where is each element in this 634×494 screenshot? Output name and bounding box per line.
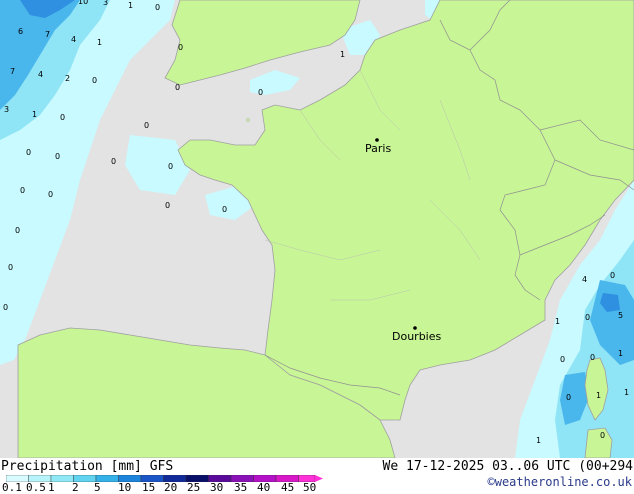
- city-label-paris: Paris: [365, 142, 391, 155]
- color-scale-tick-label: 10: [118, 481, 132, 494]
- grid-value-label: 0: [48, 190, 53, 199]
- city-label-dourbies: Dourbies: [392, 330, 442, 343]
- color-scale-tick-label: 0.5: [26, 481, 46, 494]
- grid-value-label: 0: [590, 353, 595, 362]
- grid-value-label: 0: [155, 3, 160, 12]
- color-scale-tick-label: 2: [72, 481, 79, 494]
- grid-value-label: 0: [168, 162, 173, 171]
- color-scale-tick-label: 20: [164, 481, 178, 494]
- grid-value-label: 7: [10, 67, 15, 76]
- grid-value-label: 0: [3, 303, 8, 312]
- grid-value-label: 0: [175, 83, 180, 92]
- color-scale-tick-label: 1: [48, 481, 55, 494]
- grid-value-label: 0: [15, 226, 20, 235]
- grid-value-label: 0: [26, 148, 31, 157]
- grid-value-label: 0: [55, 152, 60, 161]
- color-scale-tick-label: 0.1: [2, 481, 22, 494]
- grid-value-label: 4: [582, 275, 587, 284]
- color-scale-tick-label: 35: [234, 481, 248, 494]
- grid-value-label: 0: [92, 76, 97, 85]
- grid-value-label: 1: [555, 317, 560, 326]
- precipitation-map: Paris Dourbies 10 3 1 06 74 17 4 2 031 000 0000 00 0…: [0, 0, 634, 458]
- grid-value-label: 1: [128, 1, 133, 10]
- land-channel-island: [246, 118, 250, 122]
- color-scale-tick-label: 25: [187, 481, 201, 494]
- grid-value-label: 3: [103, 0, 108, 7]
- grid-value-label: 7: [45, 30, 50, 39]
- grid-value-label: 0: [560, 355, 565, 364]
- grid-value-label: 0: [8, 263, 13, 272]
- grid-value-label: 1: [97, 38, 102, 47]
- grid-value-label: 4: [38, 70, 43, 79]
- grid-value-label: 0: [610, 271, 615, 280]
- grid-value-label: 0: [258, 88, 263, 97]
- grid-value-label: 0: [222, 205, 227, 214]
- weather-map-view: Paris Dourbies 10 3 1 0 6 7 4 1 7 4 2 0 3 1 0 0 0 0 0 0 0 0 0 0…: [0, 0, 634, 494]
- map-footer: Precipitation [mm] GFS We 17-12-2025 03.…: [0, 458, 634, 494]
- run-info: We 17-12-2025 03..06 UTC (00+294: [382, 459, 633, 474]
- grid-value-label: 0: [165, 201, 170, 210]
- grid-value-label: 0: [20, 186, 25, 195]
- grid-value-label: 6: [18, 27, 23, 36]
- credit-link[interactable]: ©weatheronline.co.uk: [488, 475, 633, 489]
- grid-value-label: 1: [32, 110, 37, 119]
- grid-value-label: 10: [78, 0, 88, 6]
- grid-value-label: 0: [60, 113, 65, 122]
- grid-value-label: 4: [71, 35, 76, 44]
- grid-value-label: 3: [4, 105, 9, 114]
- grid-value-label: 5: [618, 311, 623, 320]
- color-scale-tick-label: 40: [257, 481, 271, 494]
- grid-value-label: 1: [536, 436, 541, 445]
- grid-value-label: 0: [600, 431, 605, 440]
- grid-value-label: 1: [618, 349, 623, 358]
- grid-value-label: 0: [566, 393, 571, 402]
- grid-value-label: 0: [111, 157, 116, 166]
- color-scale-tick-label: 30: [210, 481, 224, 494]
- color-scale-tick-label: 15: [142, 481, 156, 494]
- grid-value-label: 1: [624, 388, 629, 397]
- grid-value-label: 1: [340, 50, 345, 59]
- legend-title: Precipitation [mm] GFS: [1, 459, 174, 474]
- grid-value-label: 0: [585, 313, 590, 322]
- land-sardinia: [584, 427, 613, 458]
- grid-value-label: 0: [144, 121, 149, 130]
- grid-value-label: 1: [596, 391, 601, 400]
- color-scale-tick-label: 45: [281, 481, 295, 494]
- grid-value-label: 0: [178, 43, 183, 52]
- color-scale-tick-label: 5: [94, 481, 101, 494]
- grid-value-label: 2: [65, 74, 70, 83]
- color-scale-tick-label: 50: [303, 481, 317, 494]
